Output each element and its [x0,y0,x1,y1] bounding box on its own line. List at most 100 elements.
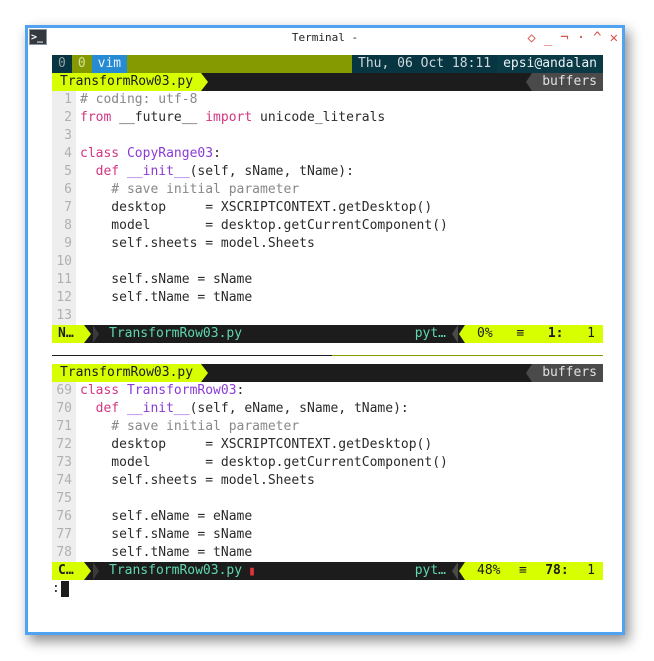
line-source: self.tName = tName [76,545,252,560]
code-token: self.sName = sName [80,527,253,542]
code-line[interactable]: 70 def __init__(self, eName, sName, tNam… [52,400,603,418]
code-area[interactable]: 1 # coding: utf-8 2 from __future__ import … [52,91,603,325]
mode-arrow-icon [84,562,91,580]
code-line[interactable]: 1 # coding: utf-8 [52,91,603,109]
code-token: self.sheets = model.Sheets [80,236,315,251]
code-line[interactable]: 5 def __init__(self, sName, tName): [52,163,603,181]
code-token: model = desktop.getCurrentComponent() [80,218,448,233]
code-token: class [80,383,120,398]
code-token: self.sheets = model.Sheets [80,473,315,488]
code-token: (self, eName, sName, tName): [189,401,409,416]
code-area[interactable]: 69 class TransformRow03: 70 def __init__(s… [52,382,603,562]
code-line[interactable]: 71 # save initial parameter [52,418,603,436]
maximize-icon[interactable]: ¬ [560,29,568,47]
tab-active[interactable]: TransformRow03.py [52,364,202,382]
status-position: 0% ≡ 1: 1 [465,325,603,343]
code-token: def [95,164,120,179]
command-line[interactable]: : [52,580,603,598]
diamond-icon[interactable]: ◇ [527,29,535,47]
tmux-clock: Thu, 06 Oct 18:11 [352,55,498,73]
status-percent: 48% [477,563,501,578]
up-icon[interactable]: ^ [593,29,601,47]
tmux-window-name[interactable]: vim [91,55,128,73]
code-token: __init__ [126,164,190,179]
code-line[interactable]: 3 [52,127,603,145]
command-prompt: : [52,581,60,596]
code-line[interactable]: 4 class CopyRange03: [52,145,603,163]
code-token: self.eName = eName [80,509,253,524]
code-token: def [95,401,120,416]
line-number: 9 [52,235,76,253]
code-line[interactable]: 11 self.sName = sName [52,271,603,289]
code-line[interactable]: 73 model = desktop.getCurrentComponent() [52,454,603,472]
line-number: 3 [52,127,76,145]
line-source [76,308,80,323]
code-line[interactable]: 78 self.tName = tName [52,544,603,562]
code-token: # save initial parameter [80,182,300,197]
close-icon[interactable]: ✕ [610,29,618,47]
line-source: # coding: utf-8 [76,92,197,107]
line-number: 73 [52,454,76,472]
line-source: from __future__ import unicode_literals [76,110,385,125]
line-number: 77 [52,526,76,544]
code-line[interactable]: 10 [52,253,603,271]
status-percent: 0% [477,326,493,341]
code-token: from [80,110,112,125]
line-source: model = desktop.getCurrentComponent() [76,455,448,470]
tmux-window-index[interactable]: 0 [71,55,92,73]
code-line[interactable]: 13 [52,307,603,325]
line-source: model = desktop.getCurrentComponent() [76,218,448,233]
code-line[interactable]: 6 # save initial parameter [52,181,603,199]
line-source: desktop = XSCRIPTCONTEXT.getDesktop() [76,437,432,452]
line-number: 13 [52,307,76,325]
tabline: TransformRow03.py buffers [52,364,603,382]
code-token: self.tName = tName [80,545,253,560]
code-line[interactable]: 77 self.sName = sName [52,526,603,544]
pane-separator[interactable] [52,355,603,356]
code-token: TransformRow03 [126,383,237,398]
vim-pane-top[interactable]: TransformRow03.py buffers 1 # coding: utf… [52,73,603,343]
dot-icon[interactable]: · [577,29,585,47]
code-line[interactable]: 69 class TransformRow03: [52,382,603,400]
code-line[interactable]: 74 self.sheets = model.Sheets [52,472,603,490]
code-line[interactable]: 72 desktop = XSCRIPTCONTEXT.getDesktop() [52,436,603,454]
title-bar[interactable]: >_ Terminal - ◇ _ ¬ · ^ ✕ [28,28,622,50]
line-source: class CopyRange03: [76,146,221,161]
status-filetype: pyt… [414,326,446,341]
status-filename: TransformRow03.py [109,563,243,578]
status-filetype: pyt… [414,563,446,578]
buffers-label[interactable]: buffers [532,364,603,382]
terminal-window: >_ Terminal - ◇ _ ¬ · ^ ✕ 0 0 vim Thu, 0… [25,25,625,635]
cursor [60,581,69,597]
code-line[interactable]: 9 self.sheets = model.Sheets [52,235,603,253]
code-line[interactable]: 76 self.eName = eName [52,508,603,526]
filetype-arrow-icon [452,562,458,580]
buffers-label[interactable]: buffers [532,73,603,91]
line-number: 12 [52,289,76,307]
line-source: # save initial parameter [76,182,299,197]
code-line[interactable]: 8 model = desktop.getCurrentComponent() [52,217,603,235]
line-number: 2 [52,109,76,127]
vim-statusline: C… TransformRow03.py ▮ pyt… 48% ≡ 78: 1 [52,562,603,580]
line-source: class TransformRow03: [76,383,244,398]
code-line[interactable]: 12 self.tName = tName [52,289,603,307]
tab-active[interactable]: TransformRow03.py [52,73,202,91]
line-number: 78 [52,544,76,562]
line-source: def __init__(self, eName, sName, tName): [76,401,409,416]
minimize-icon[interactable]: _ [544,29,552,47]
line-source: self.tName = tName [76,290,252,305]
line-number: 71 [52,418,76,436]
code-line[interactable]: 75 [52,490,603,508]
tmux-session[interactable]: 0 [52,55,72,73]
tmux-status-bar: 0 0 vim Thu, 06 Oct 18:11 epsi@andalan [52,55,603,73]
vim-pane-bottom[interactable]: TransformRow03.py buffers 69 class Transf… [52,364,603,580]
tab-arrow-icon [201,364,209,382]
terminal-content[interactable]: 0 0 vim Thu, 06 Oct 18:11 epsi@andalan T… [52,55,603,598]
code-line[interactable]: 2 from __future__ import unicode_literals [52,109,603,127]
code-line[interactable]: 7 desktop = XSCRIPTCONTEXT.getDesktop() [52,199,603,217]
line-number: 10 [52,253,76,271]
